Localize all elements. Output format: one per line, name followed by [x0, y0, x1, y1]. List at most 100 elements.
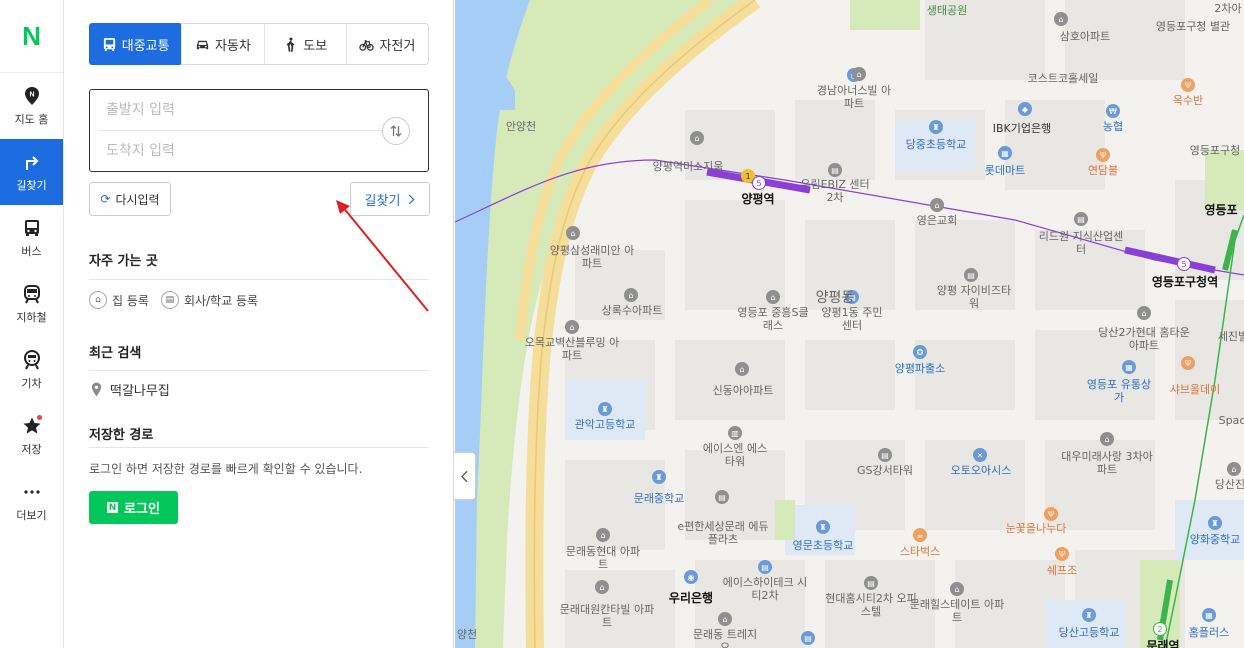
map-label: 문래중학교	[633, 492, 685, 505]
poi-icon: ▥	[728, 426, 742, 440]
school-icon: ♜	[929, 120, 943, 134]
restaurant-icon: Ψ	[1096, 148, 1110, 162]
rail-item-label: 더보기	[16, 508, 47, 522]
rail-item-bus[interactable]: 버스	[0, 205, 63, 271]
map-label: 대우미래사랑 3차아파트	[1061, 450, 1153, 476]
restaurant-icon: Ψ	[1044, 507, 1058, 521]
map-label: 영등포 중흥S클래스	[737, 306, 809, 332]
map-label: 오토오아시스	[950, 464, 1012, 477]
rail-item-train[interactable]: 기차	[0, 337, 63, 403]
map-label: 양평 자이비즈타워	[936, 284, 1012, 310]
left-rail: N N 지도 홈 길찾기 버스 지하철 기차 저장 더보기	[0, 0, 64, 648]
rail-item-map-home[interactable]: N 지도 홈	[0, 73, 63, 139]
login-button[interactable]: N 로그인	[89, 491, 178, 524]
bank-icon: ◉	[684, 570, 698, 584]
map-label: 문래동현대 아파트	[565, 545, 641, 571]
tab-walk[interactable]: 도보	[263, 24, 346, 64]
cafe-icon: ☕	[913, 528, 927, 542]
poi-icon: ▤	[801, 631, 815, 645]
map-label: 농협	[1102, 120, 1124, 133]
map-label: 당산진	[1214, 478, 1244, 491]
section-title-recent: 최근 검색	[89, 346, 142, 361]
recent-search-label: 떡갈나무집	[110, 384, 170, 399]
school-icon: ♜	[816, 520, 830, 534]
poi-icon: ⌂	[950, 582, 964, 596]
home-icon: ⌂	[89, 291, 107, 309]
station-label: 영등포	[1204, 203, 1238, 217]
rail-item-saved[interactable]: 저장	[0, 403, 63, 469]
directions-panel: 대중교통 자동차 도보 자전거 ⟳ 다시입력 길찾기 자주 가는 곳	[64, 0, 454, 648]
district-label: 양평동	[815, 290, 855, 306]
poi-icon: ⌂	[852, 67, 866, 81]
restaurant-icon: Ψ	[1055, 547, 1069, 561]
tab-car[interactable]: 자동차	[181, 24, 263, 64]
map-label: 리드원 지식산업센터	[1038, 230, 1124, 256]
map-label: e편한세상문래 에듀플라츠	[677, 520, 769, 546]
map-label: 세진빌	[1217, 330, 1244, 343]
map-view[interactable]: 1 5 5 2 ⌂ ◎ ⌂ ◆ ₩ Ψ ♜ ▦ Ψ ⌂ ▤ ⌂ ▤ ⌂ ▤ ⌂ …	[455, 0, 1244, 648]
map-label: 현대홈시티2차 오피스텔	[825, 592, 917, 618]
map-label: 스타벅스	[899, 545, 941, 558]
directions-icon	[25, 155, 38, 170]
section-title-saved: 저장한 경로	[89, 428, 154, 443]
map-label: 양평1동 주민센터	[821, 306, 883, 332]
map-label: 홈플러스	[1188, 626, 1230, 639]
poi-icon: ▤	[828, 163, 842, 177]
map-label: 오목교벽산블루밍 아파트	[524, 336, 620, 362]
origin-input[interactable]	[106, 90, 386, 130]
map-pin-icon: N	[24, 86, 39, 105]
tab-public-transit[interactable]: 대중교통	[89, 23, 183, 65]
tab-bicycle[interactable]: 자전거	[345, 24, 428, 64]
tab-label: 자전거	[379, 38, 416, 54]
poi-icon: ⌂	[690, 131, 704, 145]
map-label: 삼호아파트	[1059, 30, 1111, 43]
tab-label: 대중교통	[121, 38, 170, 54]
map-label: 우리은행	[668, 591, 714, 605]
rail-item-label: 버스	[21, 244, 42, 258]
rail-item-subway[interactable]: 지하철	[0, 271, 63, 337]
poi-icon: ⌂	[718, 612, 732, 626]
restaurant-icon: Ψ	[1181, 78, 1195, 92]
map-label: 경남아너스빌 아파트	[816, 84, 892, 110]
poi-icon: ⌂	[566, 226, 580, 240]
rail-item-label: 지도 홈	[14, 112, 49, 126]
station-label: 영등포구청역	[1151, 275, 1219, 289]
naver-logo[interactable]: N	[0, 0, 63, 73]
route-input-box	[89, 89, 429, 172]
svg-text:N: N	[29, 91, 34, 98]
bicycle-icon	[359, 39, 375, 51]
reset-button[interactable]: ⟳ 다시입력	[89, 182, 171, 216]
school-icon: ♜	[598, 402, 612, 416]
recent-search-item[interactable]: 떡갈나무집	[91, 380, 170, 399]
work-register-button[interactable]: ▤ 회사/학교 등록	[160, 291, 258, 309]
rail-item-more[interactable]: 더보기	[0, 469, 63, 535]
section-title-frequent: 자주 가는 곳	[89, 254, 158, 269]
restaurant-icon: Ψ	[1181, 356, 1195, 370]
rail-item-directions[interactable]: 길찾기	[0, 139, 63, 205]
poi-icon: ⌂	[596, 528, 610, 542]
school-icon: ♜	[652, 470, 666, 484]
map-label: 샤브올데이	[1169, 383, 1221, 396]
map-label: 에이스엔 에스타워	[702, 442, 768, 468]
subway-icon	[23, 284, 40, 303]
map-label: 코스트코홀세일	[1027, 72, 1099, 85]
poi-icon: ⌂	[1054, 12, 1068, 26]
school-icon: ♜	[1082, 608, 1096, 622]
building-icon: ▤	[160, 291, 179, 309]
map-label: 당산고등학교	[1058, 626, 1120, 639]
destination-input[interactable]	[106, 131, 386, 171]
poi-icon: ⌂	[1137, 306, 1151, 320]
transport-mode-tabs: 대중교통 자동차 도보 자전거	[89, 23, 429, 65]
map-label: 생태공원	[926, 4, 968, 17]
rail-item-label: 길찾기	[16, 178, 47, 192]
refresh-icon: ⟳	[100, 192, 111, 206]
line2-marker: 2	[1153, 622, 1167, 636]
home-register-button[interactable]: ⌂ 집 등록	[89, 291, 149, 309]
map-label: 영등포구청	[1189, 144, 1241, 157]
frequent-places: ⌂ 집 등록 ▤ 회사/학교 등록	[89, 291, 258, 309]
more-icon	[23, 489, 40, 494]
tab-label: 도보	[303, 38, 328, 54]
collapse-panel-button[interactable]	[454, 452, 476, 500]
bus-icon	[103, 37, 115, 51]
swap-route-button[interactable]	[382, 117, 410, 145]
